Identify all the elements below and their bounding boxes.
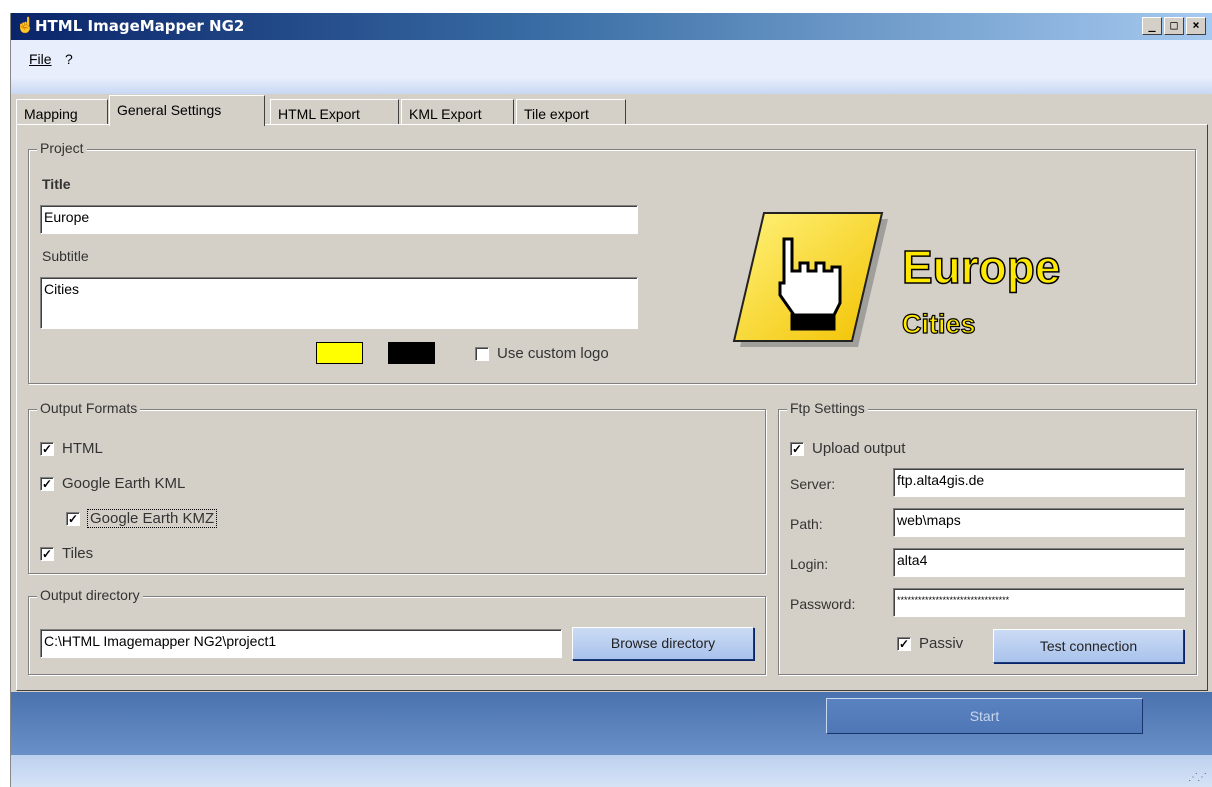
tiles-checkbox[interactable]: ✓ Tiles — [40, 545, 93, 562]
output-formats-legend: Output Formats — [37, 400, 141, 416]
passiv-box[interactable]: ✓ — [897, 636, 911, 651]
server-label: Server: — [790, 476, 836, 492]
output-directory-input[interactable]: C:\HTML Imagemapper NG2\project1 — [40, 629, 562, 658]
title-label: Title — [42, 176, 71, 192]
password-label: Password: — [790, 596, 856, 612]
ftp-settings-group: Ftp Settings ✓ Upload output Server: ftp… — [778, 400, 1197, 675]
html-label: HTML — [62, 440, 103, 457]
kml-check-box[interactable]: ✓ — [40, 476, 54, 491]
kml-label: Google Earth KML — [62, 475, 186, 492]
login-label: Login: — [790, 556, 829, 572]
minimize-button[interactable]: _ — [1142, 17, 1162, 35]
tab-html-export[interactable]: HTML Export — [270, 99, 399, 125]
tab-tile-export[interactable]: Tile export — [516, 99, 626, 125]
test-connection-button[interactable]: Test connection — [993, 629, 1184, 663]
html-check-box[interactable]: ✓ — [40, 441, 54, 456]
path-label: Path: — [790, 516, 823, 532]
upload-output-label: Upload output — [812, 440, 906, 457]
tab-kml-export[interactable]: KML Export — [401, 99, 514, 125]
ftp-settings-legend: Ftp Settings — [787, 400, 868, 416]
upload-output-box[interactable]: ✓ — [790, 441, 804, 456]
start-button[interactable]: Start — [826, 698, 1143, 734]
title-bar[interactable]: ☝ HTML ImageMapper NG2 _ □ × — [11, 13, 1212, 40]
maximize-button[interactable]: □ — [1164, 17, 1184, 35]
menu-help[interactable]: ? — [65, 51, 73, 67]
browse-directory-button[interactable]: Browse directory — [572, 627, 754, 660]
upload-output-checkbox[interactable]: ✓ Upload output — [790, 440, 905, 457]
project-legend: Project — [37, 140, 87, 156]
server-input[interactable]: ftp.alta4gis.de — [893, 468, 1185, 497]
subtitle-label: Subtitle — [42, 248, 89, 264]
custom-logo-checkbox[interactable]: Use custom logo — [475, 345, 609, 362]
menu-bar: File ? — [11, 40, 1212, 94]
status-bar: ⋰⋰ — [11, 755, 1212, 787]
logo-title: Europe — [902, 241, 1060, 293]
path-input[interactable]: web\maps — [893, 508, 1185, 537]
tab-mapping[interactable]: Mapping — [16, 99, 108, 125]
logo-preview: Europe Cities — [732, 212, 1061, 347]
custom-logo-label: Use custom logo — [497, 345, 609, 362]
menu-file[interactable]: File — [29, 51, 52, 67]
html-checkbox[interactable]: ✓ HTML — [40, 440, 103, 457]
window-controls: _ □ × — [1142, 17, 1206, 35]
output-directory-group: Output directory C:\HTML Imagemapper NG2… — [28, 587, 766, 675]
kmz-check-box[interactable]: ✓ — [66, 511, 80, 526]
window-title: HTML ImageMapper NG2 — [35, 17, 245, 35]
tiles-check-box[interactable]: ✓ — [40, 546, 54, 561]
title-input[interactable]: Europe — [40, 205, 638, 234]
kmz-checkbox[interactable]: ✓ Google Earth KMZ — [66, 509, 218, 528]
output-formats-group: Output Formats ✓ HTML ✓ Google Earth KML… — [28, 400, 766, 574]
tab-general-settings[interactable]: General Settings — [109, 95, 265, 126]
kml-checkbox[interactable]: ✓ Google Earth KML — [40, 475, 185, 492]
app-window: ☝ HTML ImageMapper NG2 _ □ × File ? Mapp… — [10, 13, 1212, 787]
subtitle-input[interactable]: Cities — [40, 277, 638, 329]
kmz-label: Google Earth KMZ — [86, 509, 218, 528]
resize-grip-icon[interactable]: ⋰⋰ — [1188, 772, 1207, 783]
passiv-label: Passiv — [919, 635, 964, 652]
general-settings-panel: Project Title Europe Subtitle Cities Use… — [16, 124, 1208, 691]
login-input[interactable]: alta4 — [893, 548, 1185, 577]
output-directory-legend: Output directory — [37, 587, 143, 603]
logo-subtitle: Cities — [902, 309, 976, 339]
project-group: Project Title Europe Subtitle Cities Use… — [28, 140, 1196, 384]
password-input[interactable]: ******************************** — [893, 588, 1185, 617]
tiles-label: Tiles — [62, 545, 94, 562]
custom-logo-box[interactable] — [475, 346, 489, 361]
color-swatch-secondary[interactable] — [388, 342, 435, 364]
passiv-checkbox[interactable]: ✓ Passiv — [897, 635, 963, 652]
close-button[interactable]: × — [1186, 17, 1206, 35]
color-swatch-primary[interactable] — [316, 342, 363, 364]
hand-pointer-icon: ☝ — [16, 17, 35, 34]
